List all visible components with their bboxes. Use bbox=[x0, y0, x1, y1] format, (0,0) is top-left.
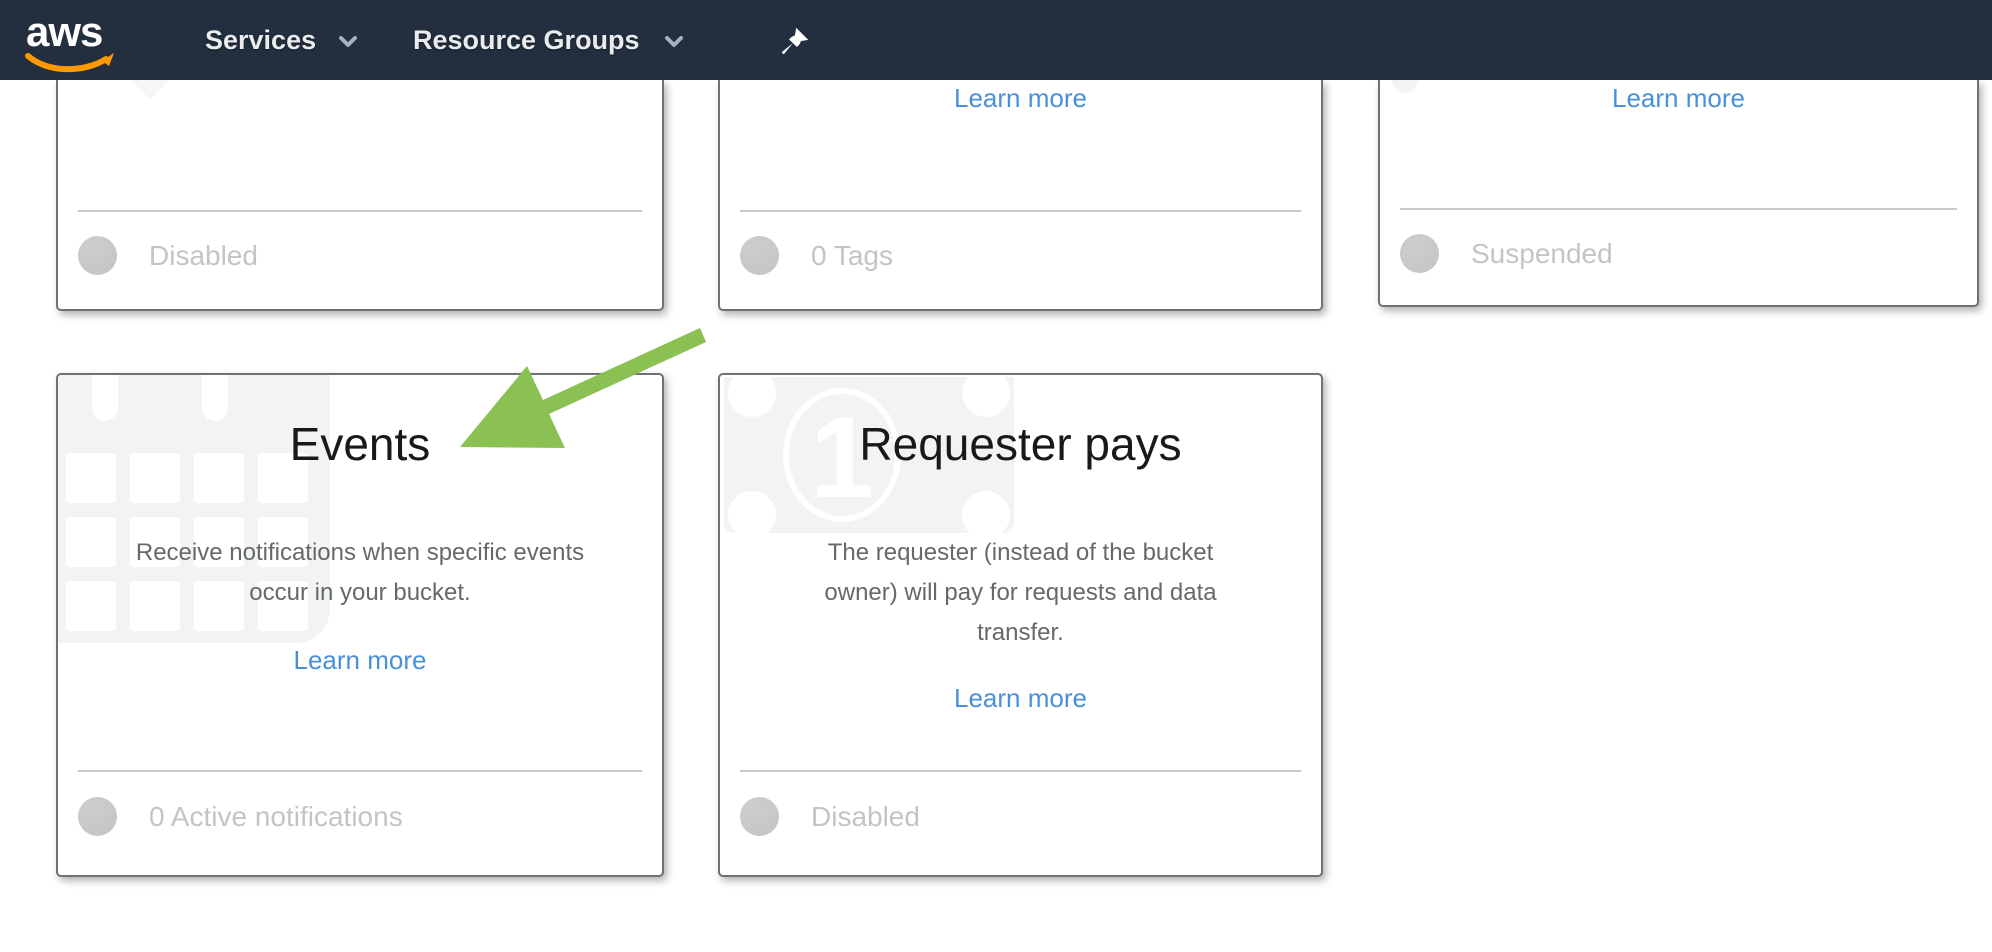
card-status-row: 0 Active notifications bbox=[78, 797, 403, 836]
card1-watermark-fragment bbox=[105, 80, 196, 99]
learn-more-link[interactable]: Learn more bbox=[1380, 83, 1977, 114]
properties-card-top-3[interactable]: Learn more Suspended bbox=[1378, 80, 1979, 307]
learn-more-link[interactable]: Learn more bbox=[720, 83, 1321, 114]
card-title: Requester pays bbox=[720, 417, 1321, 471]
resource-groups-chevron-down-icon[interactable] bbox=[664, 36, 684, 48]
nav-services[interactable]: Services bbox=[205, 0, 316, 80]
status-dot-icon bbox=[1400, 234, 1439, 273]
card-divider bbox=[740, 210, 1301, 212]
green-arrow-annotation bbox=[440, 310, 720, 460]
aws-logo[interactable]: aws bbox=[24, 8, 120, 72]
description-line: owner) will pay for requests and data bbox=[720, 573, 1321, 613]
card-divider bbox=[740, 770, 1301, 772]
card-divider bbox=[78, 210, 642, 212]
aws-logo-text: aws bbox=[26, 8, 102, 56]
card-status-row: Disabled bbox=[740, 797, 920, 836]
requester-pays-card[interactable]: 1 Requester pays The requester (instead … bbox=[718, 373, 1323, 877]
learn-more-link[interactable]: Learn more bbox=[720, 683, 1321, 714]
status-label: Suspended bbox=[1471, 238, 1613, 270]
card-description: Receive notifications when specific even… bbox=[58, 533, 662, 613]
aws-top-navbar: aws Services Resource Groups bbox=[0, 0, 1992, 80]
card-divider bbox=[1400, 208, 1957, 210]
description-line: Receive notifications when specific even… bbox=[58, 533, 662, 573]
description-line: The requester (instead of the bucket bbox=[720, 533, 1321, 573]
card-status-row: Disabled bbox=[78, 236, 258, 275]
description-line: transfer. bbox=[720, 613, 1321, 653]
status-dot-icon bbox=[740, 797, 779, 836]
description-line: occur in your bucket. bbox=[58, 573, 662, 613]
s3-bucket-properties-page: aws Services Resource Groups Disabled Le… bbox=[0, 0, 1992, 952]
status-label: Disabled bbox=[149, 240, 258, 272]
card-divider bbox=[78, 770, 642, 772]
pin-icon[interactable] bbox=[780, 24, 810, 58]
card-status-row: 0 Tags bbox=[740, 236, 893, 275]
status-label: 0 Active notifications bbox=[149, 801, 403, 833]
card-status-row: Suspended bbox=[1400, 234, 1613, 273]
status-label: Disabled bbox=[811, 801, 920, 833]
status-label: 0 Tags bbox=[811, 240, 893, 272]
learn-more-link[interactable]: Learn more bbox=[58, 645, 662, 676]
status-dot-icon bbox=[78, 236, 117, 275]
card-description: The requester (instead of the bucket own… bbox=[720, 533, 1321, 653]
status-dot-icon bbox=[740, 236, 779, 275]
aws-smile-icon bbox=[24, 52, 116, 76]
services-chevron-down-icon[interactable] bbox=[338, 36, 358, 48]
properties-card-top-1[interactable]: Disabled bbox=[56, 80, 664, 311]
properties-card-top-2[interactable]: Learn more 0 Tags bbox=[718, 80, 1323, 311]
nav-resource-groups[interactable]: Resource Groups bbox=[413, 0, 640, 80]
status-dot-icon bbox=[78, 797, 117, 836]
